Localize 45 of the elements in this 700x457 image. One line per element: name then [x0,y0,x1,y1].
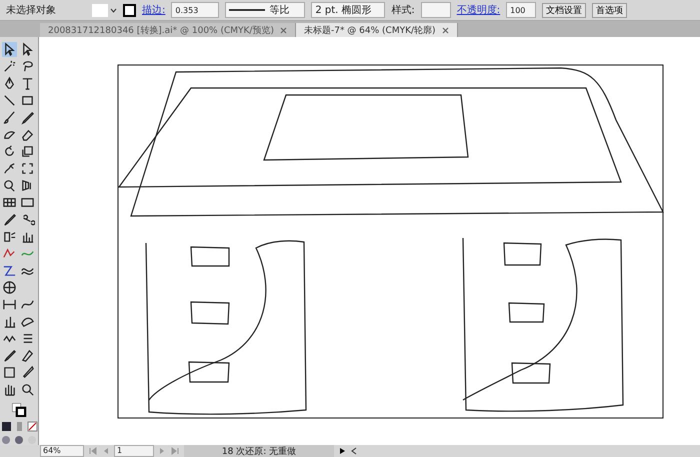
stroke-weight-field[interactable]: 0.353 [171,2,220,18]
eraser-icon[interactable] [20,127,35,142]
pen-icon[interactable] [2,76,17,91]
toolbar-button[interactable]: 文档设置 [542,2,586,18]
artboard-icon[interactable] [2,365,17,380]
width-icon[interactable] [2,297,17,312]
opacity-field[interactable]: 100 [506,2,536,18]
selection-status-label: 未选择对象 [6,4,56,17]
close-icon[interactable] [442,26,449,34]
scale-icon[interactable] [20,144,35,159]
stroke-link[interactable]: 描边: [142,3,166,17]
page-dropdown[interactable]: 1 [114,445,154,457]
rectangle-icon[interactable] [20,93,35,108]
caret-icon [110,8,117,12]
stroke-line-icon [229,8,266,12]
direct-selection-arrow-icon[interactable] [20,42,35,57]
stroke-profile-dropdown[interactable]: 等比 [225,2,306,18]
line-icon[interactable] [2,93,17,108]
stroke-color-dropdown[interactable] [123,4,136,16]
mesh-icon[interactable] [2,195,17,210]
rotate-icon[interactable] [2,144,17,159]
document-tab[interactable]: 未标题-7* @ 64% (CMYK/轮廓) [296,23,458,37]
zoom-dropdown[interactable]: 64% [40,445,84,457]
document-tab[interactable]: 200831712180346 [转换].ai* @ 100% (CMYK/预览) [40,23,296,37]
fill-color-dropdown[interactable] [92,4,117,16]
play-icon[interactable] [338,447,346,455]
selection-arrow-icon[interactable] [2,42,17,57]
scroll-left-icon[interactable] [350,447,358,455]
z-path-icon[interactable] [2,263,17,278]
crosshair-icon[interactable] [2,280,17,295]
zoom-icon[interactable] [20,382,35,397]
status-message: 18 次还原: 无重做 [184,444,334,457]
style-label: 样式: [391,4,415,17]
brush-dropdown[interactable]: 2 pt. 椭圆形 [311,2,386,18]
lasso-icon[interactable] [20,59,35,74]
free-transform-icon[interactable] [20,161,35,176]
close-icon[interactable] [280,26,287,34]
pencil-icon[interactable] [20,110,35,125]
bar-chart-icon[interactable] [2,314,17,329]
type-icon[interactable] [20,76,35,91]
magic-wand-icon[interactable] [2,59,17,74]
paintbrush-icon[interactable] [2,110,17,125]
opacity-link[interactable]: 不透明度: [456,3,500,17]
blend-icon[interactable] [20,212,35,227]
toolbar-button[interactable]: 首选项 [592,2,628,18]
